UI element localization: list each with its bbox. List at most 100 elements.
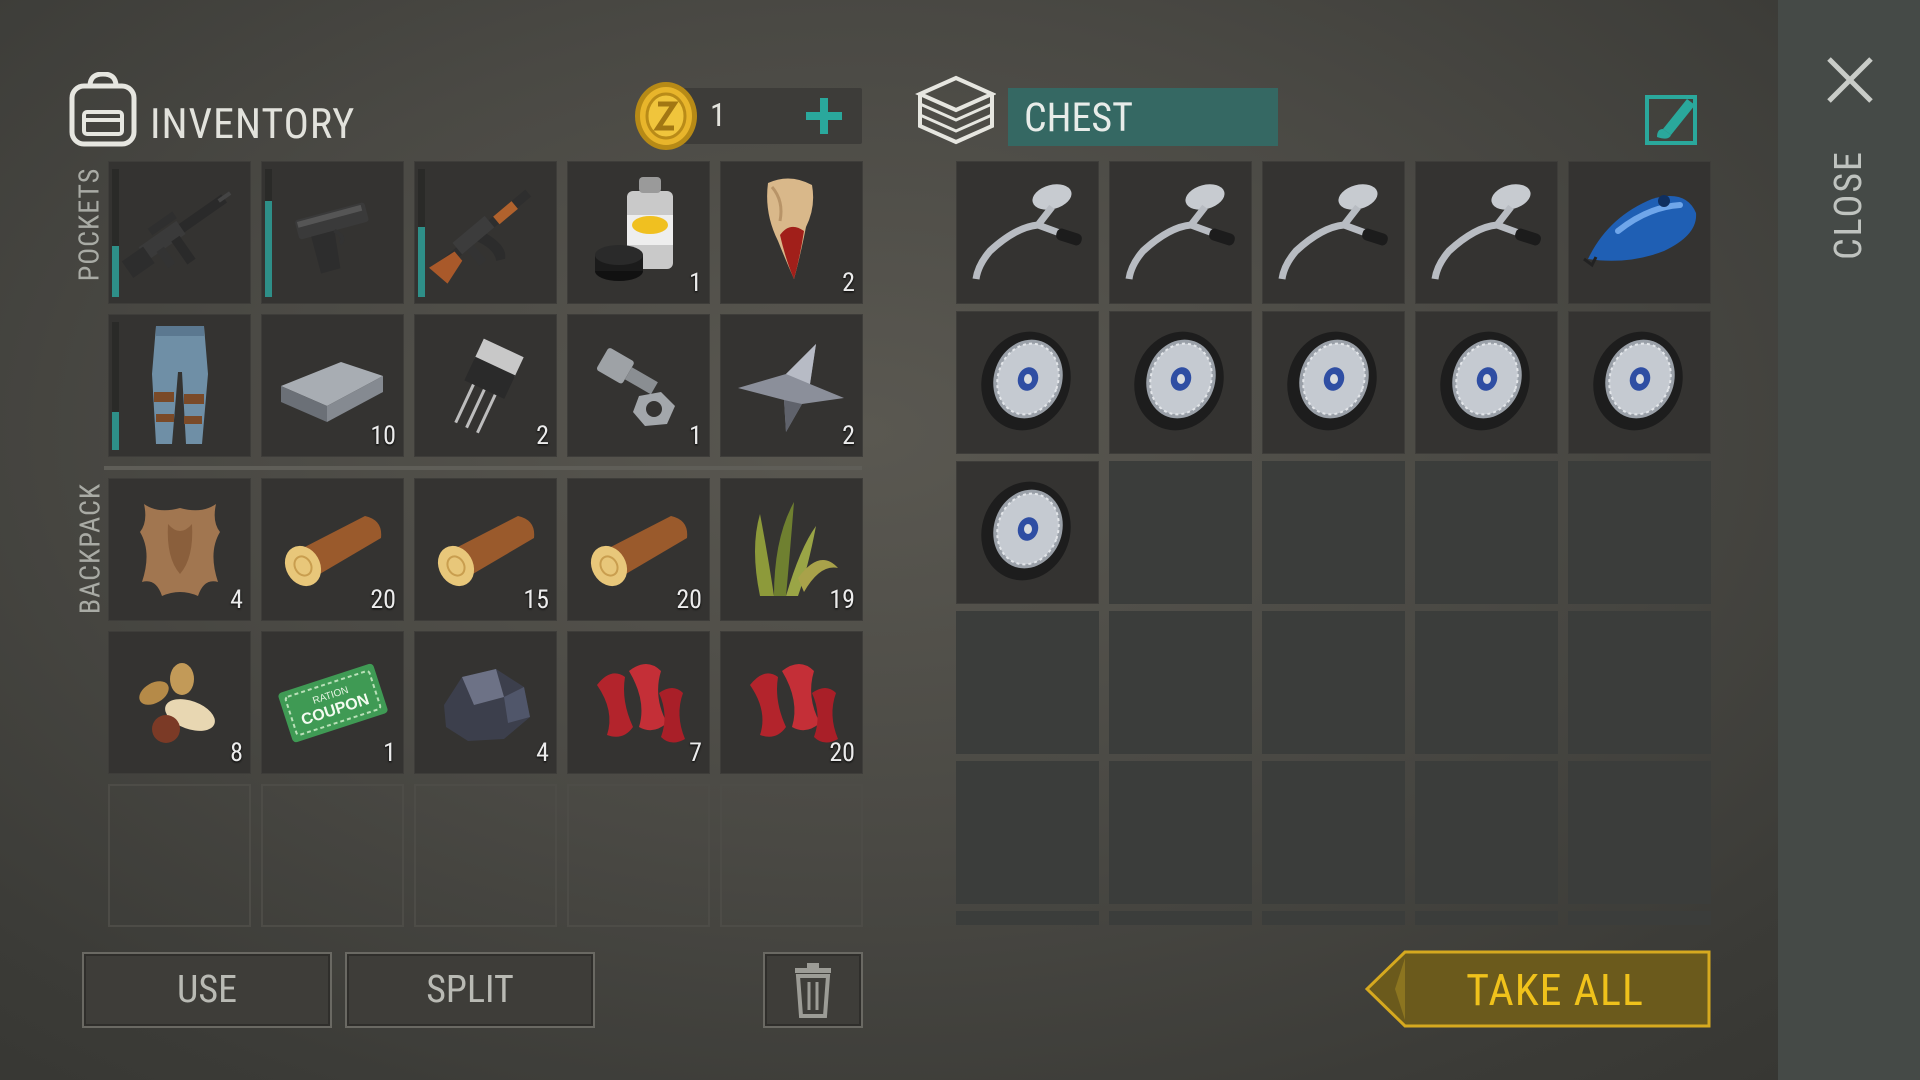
handlebar-icon (1431, 184, 1541, 280)
inventory-slot[interactable] (261, 161, 404, 304)
inventory-slot[interactable]: 20 (567, 478, 710, 621)
inventory-slot[interactable] (108, 161, 251, 304)
item-quantity: 1 (689, 421, 702, 451)
handlebar-icon (1278, 184, 1388, 280)
chest-slot-empty[interactable] (1568, 911, 1711, 925)
delete-button[interactable] (763, 952, 863, 1028)
chest-slot-empty[interactable] (956, 761, 1099, 904)
item-quantity: 7 (689, 738, 702, 768)
split-button[interactable]: SPLIT (345, 952, 595, 1028)
pistol-icon (295, 202, 369, 274)
item-quantity: 15 (523, 585, 549, 615)
chest-slot-empty[interactable] (1109, 611, 1252, 754)
chest-slot-empty[interactable] (1109, 761, 1252, 904)
item-quantity: 19 (829, 585, 855, 615)
inventory-slot[interactable]: 20 (261, 478, 404, 621)
inventory-slot[interactable]: 1 (567, 314, 710, 457)
pockets-label: POCKETS (72, 167, 106, 282)
chest-slot-empty[interactable] (1415, 461, 1558, 604)
chest-icon (915, 75, 996, 145)
coin-icon (635, 82, 697, 150)
wheel-icon (981, 331, 1071, 431)
handlebar-icon (1125, 184, 1235, 280)
chest-slot-empty[interactable] (1568, 761, 1711, 904)
inventory-title: INVENTORY (150, 100, 356, 149)
inventory-slot[interactable]: 2 (414, 314, 557, 457)
edit-chest-button[interactable] (1643, 89, 1703, 147)
chest-slot[interactable] (1262, 161, 1405, 304)
chest-slot-empty[interactable] (1415, 761, 1558, 904)
inventory-slot[interactable]: 15 (414, 478, 557, 621)
handlebar-icon (972, 184, 1082, 280)
inventory-slot-empty[interactable] (567, 784, 710, 927)
chest-slot[interactable] (1415, 161, 1558, 304)
chest-slot[interactable] (1568, 161, 1711, 304)
chest-slot-empty[interactable] (1568, 461, 1711, 604)
item-quantity: 2 (536, 421, 549, 451)
wheel-icon (1287, 331, 1377, 431)
inventory-slot[interactable]: 19 (720, 478, 863, 621)
chest-slot-empty[interactable] (1109, 911, 1252, 925)
ak-rifle-icon (429, 189, 532, 284)
inventory-slot[interactable]: 10 (261, 314, 404, 457)
chest-slot[interactable] (1109, 311, 1252, 454)
chest-slot-empty[interactable] (1262, 911, 1405, 925)
chest-slot-empty[interactable] (956, 611, 1099, 754)
close-icon[interactable] (1823, 53, 1877, 107)
backpack-icon (69, 72, 137, 147)
inventory-slot[interactable] (414, 161, 557, 304)
chest-name: CHEST (1024, 94, 1133, 141)
backpack-label: BACKPACK (73, 482, 107, 615)
chest-slot[interactable] (1109, 161, 1252, 304)
inventory-slot-empty[interactable] (108, 784, 251, 927)
chest-slot[interactable] (956, 311, 1099, 454)
inventory-slot[interactable]: 1 (567, 161, 710, 304)
trash-icon (795, 963, 831, 1018)
wheel-icon (981, 481, 1071, 581)
inventory-slot[interactable]: 7 (567, 631, 710, 774)
item-quantity: 2 (842, 421, 855, 451)
chest-slot[interactable] (1568, 311, 1711, 454)
inventory-slot-empty[interactable] (261, 784, 404, 927)
item-quantity: 20 (676, 585, 702, 615)
chest-slot-empty[interactable] (1568, 611, 1711, 754)
chest-slot[interactable] (956, 161, 1099, 304)
item-quantity: 10 (370, 421, 396, 451)
fuel-tank-icon (1583, 195, 1697, 268)
inventory-slot-empty[interactable] (720, 784, 863, 927)
item-quantity: 2 (842, 268, 855, 298)
assault-rifle-icon (121, 191, 232, 278)
close-button[interactable]: CLOSE (1827, 130, 1871, 280)
coin-count: 1 (710, 96, 726, 134)
item-quantity: 20 (370, 585, 396, 615)
chest-slot-empty[interactable] (1262, 761, 1405, 904)
chest-slot[interactable] (956, 461, 1099, 604)
add-coins-button[interactable] (802, 94, 846, 138)
inventory-slot[interactable]: 4 (414, 631, 557, 774)
chest-slot-empty[interactable] (1262, 611, 1405, 754)
chest-slot-empty[interactable] (956, 911, 1099, 925)
jeans-icon (152, 326, 208, 444)
section-divider (104, 466, 862, 470)
inventory-slot[interactable]: 2 (720, 314, 863, 457)
inventory-slot[interactable]: 2 (720, 161, 863, 304)
inventory-slot[interactable]: 8 (108, 631, 251, 774)
chest-slot-empty[interactable] (1262, 461, 1405, 604)
inventory-slot[interactable]: RATION COUPON 1 (261, 631, 404, 774)
item-quantity: 1 (383, 738, 396, 768)
inventory-slot-empty[interactable] (414, 784, 557, 927)
chest-slot[interactable] (1262, 311, 1405, 454)
item-quantity: 8 (230, 738, 243, 768)
chest-slot[interactable] (1415, 311, 1558, 454)
use-button[interactable]: USE (82, 952, 332, 1028)
chest-slot-empty[interactable] (1415, 611, 1558, 754)
item-quantity: 4 (536, 738, 549, 768)
item-quantity: 1 (689, 268, 702, 298)
inventory-slot[interactable] (108, 314, 251, 457)
take-all-label[interactable]: TAKE ALL (1430, 964, 1680, 1016)
item-quantity: 4 (230, 585, 243, 615)
chest-slot-empty[interactable] (1415, 911, 1558, 925)
chest-slot-empty[interactable] (1109, 461, 1252, 604)
inventory-slot[interactable]: 20 (720, 631, 863, 774)
inventory-slot[interactable]: 4 (108, 478, 251, 621)
